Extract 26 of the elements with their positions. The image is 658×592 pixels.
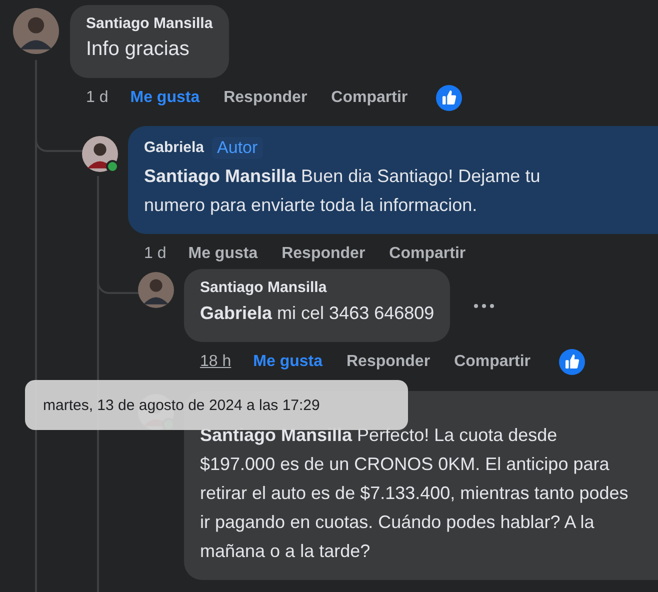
comment-time[interactable]: 1 d <box>86 89 108 107</box>
comment-action-link[interactable]: Compartir <box>331 89 408 107</box>
like-reaction-icon[interactable] <box>558 349 585 375</box>
comment-action-link[interactable]: Responder <box>224 89 308 107</box>
author-badge: Autor <box>212 137 263 159</box>
more-options-icon[interactable] <box>474 304 494 308</box>
comment-text: Gabriela mi cel 3463 646809 <box>200 302 434 325</box>
comment-action-link[interactable]: Responder <box>346 353 430 371</box>
comment-action-link[interactable]: Me gusta <box>188 245 258 263</box>
like-reaction-icon[interactable] <box>436 85 462 111</box>
comment-action-link[interactable]: Me gusta <box>253 353 322 371</box>
comment-action-link[interactable]: Responder <box>282 245 366 263</box>
date-tooltip: martes, 13 de agosto de 2024 a las 17:29 <box>25 380 408 430</box>
comment-time[interactable]: 1 d <box>144 245 166 263</box>
avatar-icon[interactable] <box>13 8 59 54</box>
comment-time[interactable]: 18 h <box>200 353 232 371</box>
comment-action-link[interactable]: Compartir <box>389 245 466 263</box>
author-name[interactable]: Santiago Mansilla <box>200 277 327 299</box>
avatar-icon[interactable] <box>138 272 174 308</box>
avatar-icon[interactable] <box>82 136 118 172</box>
comment-action-link[interactable]: Compartir <box>454 353 531 371</box>
author-name[interactable]: Santiago Mansilla <box>86 13 213 35</box>
comment-text: Info gracias <box>86 37 190 62</box>
comment-text: Santiago Mansilla Buen dia Santiago! Dejame tu numero para enviarte toda la informacion. <box>144 165 542 217</box>
comment-action-link[interactable]: Me gusta <box>130 89 200 107</box>
author-name[interactable]: Gabriela <box>144 137 204 159</box>
